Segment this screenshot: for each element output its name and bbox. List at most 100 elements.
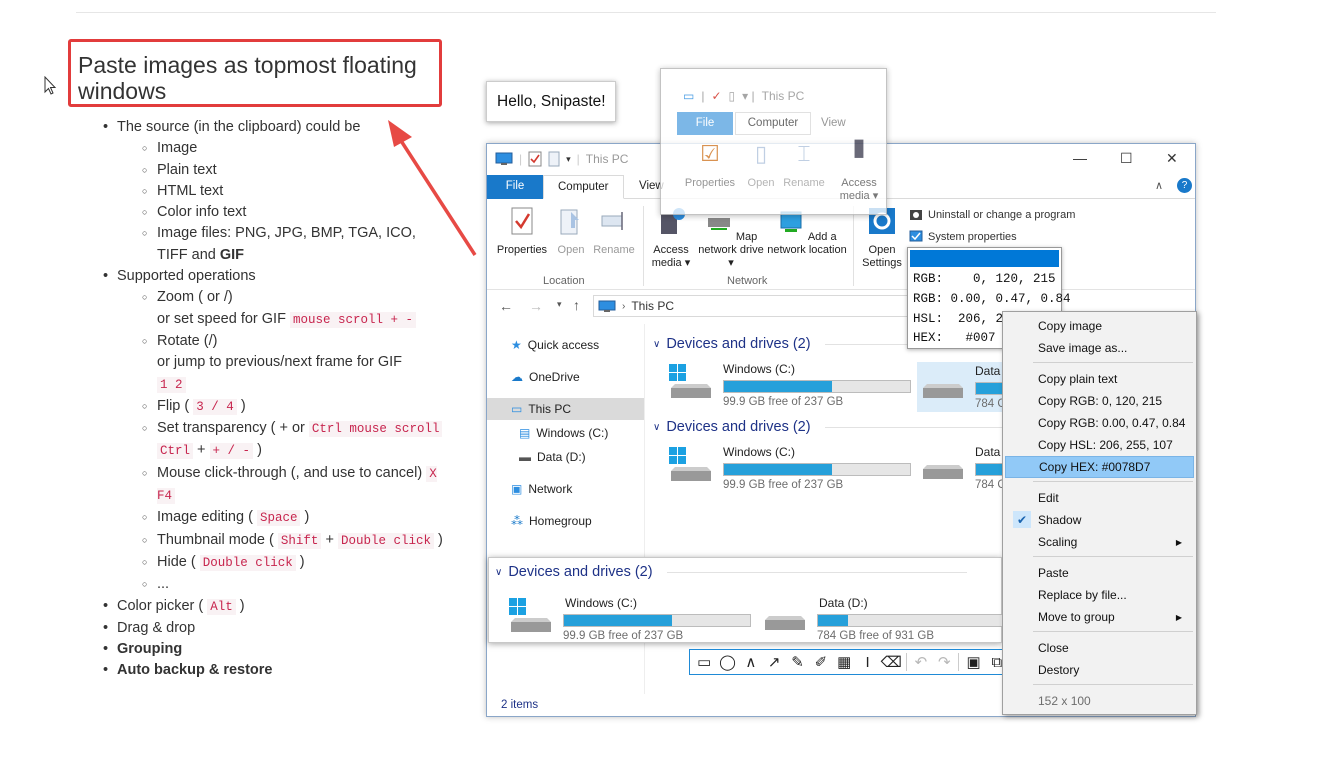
tab-view[interactable]: View bbox=[821, 117, 846, 129]
menu-copy-rgb-float[interactable]: Copy RGB: 0.00, 0.47, 0.84 bbox=[1005, 412, 1194, 434]
nav-quick-access[interactable]: ★ Quick access bbox=[487, 334, 644, 356]
access-media-button[interactable]: Access media ▾ bbox=[649, 206, 693, 270]
floating-snip-hello-text[interactable]: Hello, Snipaste! bbox=[486, 81, 616, 122]
close-icon[interactable]: ✕ bbox=[1166, 150, 1178, 167]
access-media-button[interactable]: ▮ Access media ▾ bbox=[837, 136, 881, 203]
help-icon[interactable]: ? bbox=[1177, 178, 1192, 193]
menu-copy-image[interactable]: Copy image bbox=[1005, 315, 1194, 337]
homegroup-icon: ⁂ bbox=[511, 514, 523, 528]
list-item: Hide ( Double click ) bbox=[142, 552, 443, 574]
nav-data-d[interactable]: ▬ Data (D:) bbox=[487, 446, 644, 468]
rectangle-tool-icon[interactable]: ▭ bbox=[695, 653, 713, 672]
map-network-drive-button[interactable]: Map network drive ▾ bbox=[695, 206, 767, 270]
mouse-cursor-icon bbox=[44, 76, 57, 95]
new-folder-icon: ▯ bbox=[728, 89, 736, 103]
list-item: HTML text bbox=[142, 181, 443, 203]
open-settings-button[interactable]: Open Settings bbox=[857, 206, 907, 270]
floating-snip-drives[interactable]: ∨ Devices and drives (2) Windows (C:) 99.9… bbox=[488, 557, 1005, 643]
status-bar-text: 2 items bbox=[501, 699, 539, 711]
list-item: ... bbox=[142, 574, 443, 596]
drive-usage-bar bbox=[975, 463, 1005, 476]
nav-windows-c[interactable]: ▤ Windows (C:) bbox=[487, 422, 644, 444]
menu-copy-rgb[interactable]: Copy RGB: 0, 120, 215 bbox=[1005, 390, 1194, 412]
undo-icon[interactable]: ↶ bbox=[912, 653, 930, 672]
nav-onedrive[interactable]: ☁ OneDrive bbox=[487, 366, 644, 388]
uninstall-program-button[interactable]: Uninstall or change a program bbox=[909, 208, 1075, 222]
menu-save-image-as[interactable]: Save image as... bbox=[1005, 337, 1194, 359]
drive-icon: ▤ bbox=[519, 426, 531, 440]
properties-button[interactable]: Properties bbox=[495, 206, 549, 257]
ellipse-tool-icon[interactable]: ◯ bbox=[718, 653, 736, 672]
menu-scaling[interactable]: Scaling ▶ bbox=[1005, 531, 1194, 553]
system-properties-button[interactable]: System properties bbox=[909, 230, 1017, 244]
menu-copy-hex[interactable]: Copy HEX: #0078D7 bbox=[1005, 456, 1194, 478]
windows-drive-icon bbox=[509, 598, 551, 632]
checkmark-icon: ✔ bbox=[1013, 511, 1031, 528]
cloud-icon: ☁ bbox=[511, 370, 523, 384]
menu-copy-hsl[interactable]: Copy HSL: 206, 255, 107 bbox=[1005, 434, 1194, 456]
open-button[interactable]: ▯ Open bbox=[743, 143, 779, 190]
rename-button[interactable]: ⌶ Rename bbox=[781, 143, 827, 190]
menu-copy-plain-text[interactable]: Copy plain text bbox=[1005, 368, 1194, 390]
annotation-toolbar: ▭ ◯ ∧ ↗ ✎ ✐ ▦ I ⌫ ↶ ↷ ▣ ⧉ bbox=[689, 649, 1007, 675]
nav-network[interactable]: ▣ Network bbox=[487, 478, 644, 500]
drive-icon: ▬ bbox=[519, 450, 531, 464]
drive-item-windows[interactable]: Windows (C:) 99.9 GB free of 237 GB bbox=[667, 362, 911, 408]
feature-list: The source (in the clipboard) could be I… bbox=[103, 117, 443, 682]
tab-file[interactable]: File bbox=[677, 112, 733, 135]
open-button[interactable]: Open bbox=[553, 206, 589, 257]
menu-shadow[interactable]: ✔ Shadow bbox=[1005, 509, 1194, 531]
tab-computer[interactable]: Computer bbox=[735, 112, 811, 135]
recent-locations-icon[interactable]: ▾ bbox=[557, 299, 562, 310]
list-item: Zoom ( or /)or set speed for GIF mouse s… bbox=[142, 287, 443, 331]
menu-replace-by-file[interactable]: Replace by file... bbox=[1005, 584, 1194, 606]
save-icon[interactable]: ▣ bbox=[964, 653, 982, 672]
tab-computer[interactable]: Computer bbox=[543, 175, 624, 199]
tab-file[interactable]: File bbox=[487, 175, 543, 199]
rename-icon bbox=[601, 212, 623, 230]
menu-edit[interactable]: Edit bbox=[1005, 487, 1194, 509]
drive-icon bbox=[923, 465, 963, 479]
top-divider bbox=[76, 12, 1216, 13]
forward-arrow-icon[interactable]: → bbox=[529, 298, 543, 314]
drive-usage-bar bbox=[563, 614, 751, 627]
color-hex: HEX: #007 bbox=[913, 331, 996, 345]
list-item: Auto backup & restore bbox=[103, 660, 443, 682]
arrow-tool-icon[interactable]: ↗ bbox=[765, 653, 783, 672]
network-icon: ▣ bbox=[511, 482, 523, 496]
menu-move-to-group[interactable]: Move to group ▶ bbox=[1005, 606, 1194, 628]
drive-item-windows: Windows (C:) 99.9 GB free of 237 GB bbox=[507, 596, 751, 642]
properties-icon[interactable] bbox=[528, 151, 542, 167]
polyline-tool-icon[interactable]: ∧ bbox=[742, 653, 760, 672]
eraser-tool-icon[interactable]: ⌫ bbox=[881, 653, 902, 672]
back-arrow-icon[interactable]: ← bbox=[499, 298, 513, 314]
address-text: This PC bbox=[631, 299, 675, 313]
nav-homegroup[interactable]: ⁂ Homegroup bbox=[487, 510, 644, 532]
list-item: Mouse click-through (, and use to cancel… bbox=[142, 463, 443, 508]
menu-close[interactable]: Close bbox=[1005, 637, 1194, 659]
floating-snip-ribbon[interactable]: ▭ | ✓ ▯ ▾ | This PC File Computer View ☑ P… bbox=[660, 68, 887, 215]
list-item: Plain text bbox=[142, 160, 443, 182]
ribbon-collapse-icon[interactable]: ∧ bbox=[1155, 179, 1163, 192]
properties-button[interactable]: ☑ Properties bbox=[683, 143, 737, 190]
menu-destroy[interactable]: Destory bbox=[1005, 659, 1194, 681]
mosaic-tool-icon[interactable]: ▦ bbox=[835, 653, 853, 672]
open-icon bbox=[560, 209, 579, 235]
new-folder-icon[interactable] bbox=[548, 151, 560, 167]
list-item: The source (in the clipboard) could be I… bbox=[103, 117, 443, 266]
pencil-tool-icon[interactable]: ✎ bbox=[788, 653, 806, 672]
color-rgb-float: RGB: 0.00, 0.47, 0.84 bbox=[913, 292, 1071, 306]
redo-icon[interactable]: ↷ bbox=[935, 653, 953, 672]
computer-icon: ▭ bbox=[683, 89, 695, 103]
rename-button[interactable]: Rename bbox=[591, 206, 637, 257]
drive-item-windows[interactable]: Windows (C:) 99.9 GB free of 237 GB bbox=[667, 445, 911, 491]
minimize-icon[interactable]: — bbox=[1073, 150, 1087, 166]
maximize-icon[interactable]: ☐ bbox=[1120, 150, 1133, 167]
marker-tool-icon[interactable]: ✐ bbox=[812, 653, 830, 672]
up-arrow-icon[interactable]: ↑ bbox=[573, 297, 580, 313]
text-tool-icon[interactable]: I bbox=[858, 653, 876, 672]
nav-this-pc[interactable]: ▭ This PC bbox=[487, 398, 644, 420]
menu-image-size: 152 x 100 bbox=[1038, 694, 1091, 708]
menu-paste[interactable]: Paste bbox=[1005, 562, 1194, 584]
quick-access-dropdown-icon[interactable]: ▾ bbox=[566, 154, 571, 165]
